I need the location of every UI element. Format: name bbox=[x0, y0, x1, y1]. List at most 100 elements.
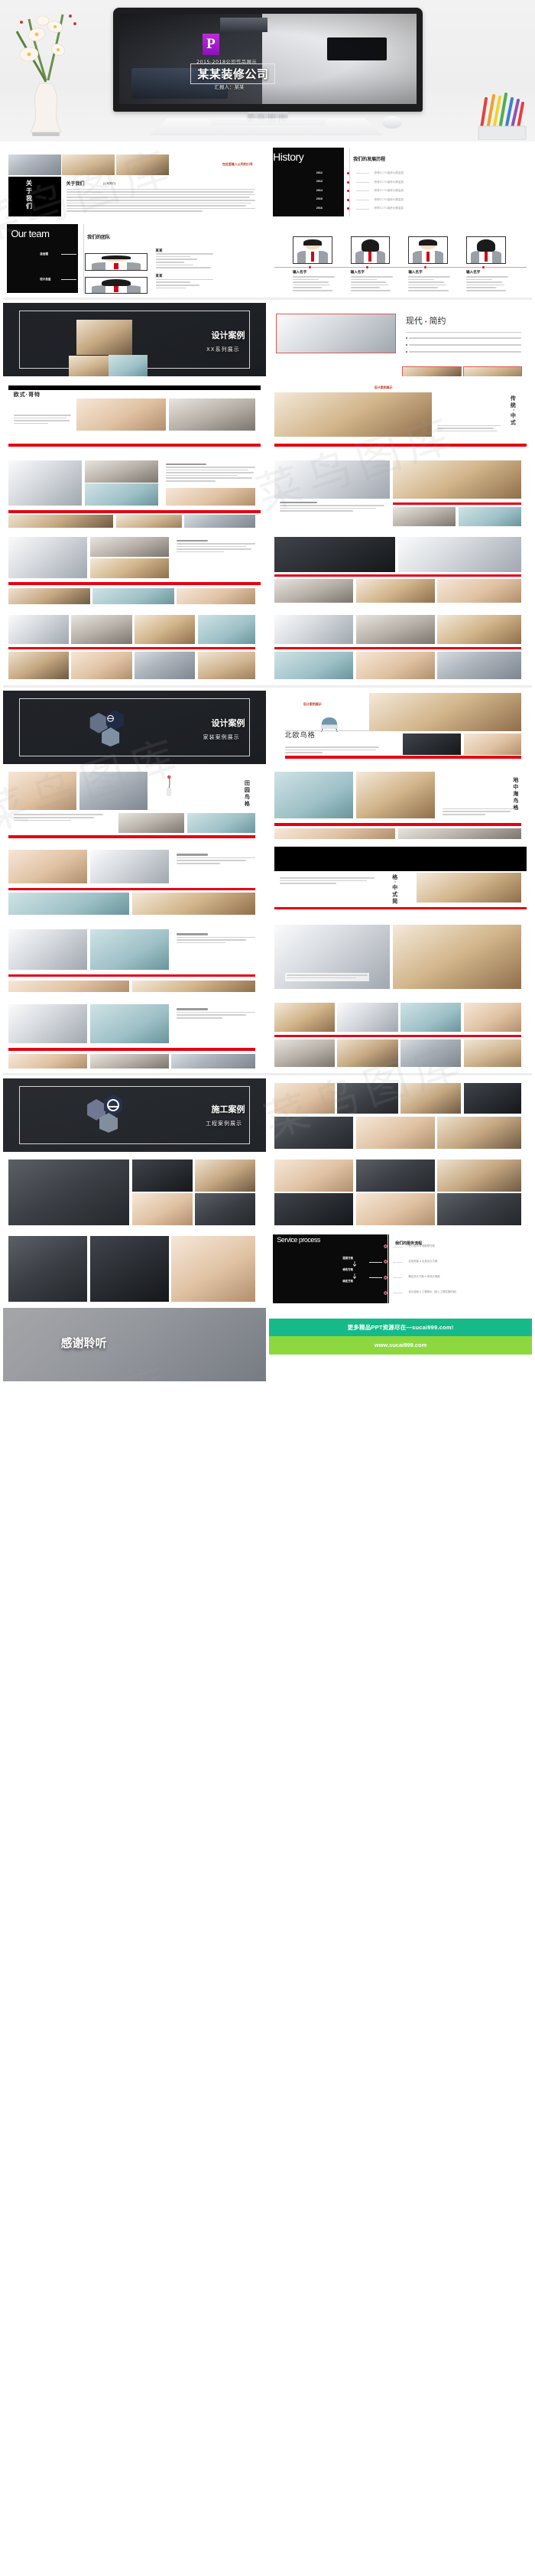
slide-home-case-cover[interactable]: 设计案例 家装案例展示 bbox=[3, 691, 266, 764]
slide-pastoral-style[interactable]: 田园鸟格 bbox=[3, 767, 266, 841]
slide-euro-gothic[interactable]: 欧式·哥特 bbox=[3, 379, 266, 453]
slide-mediterranean-style[interactable]: 地中海鸟格 bbox=[269, 767, 532, 841]
newchinese-body bbox=[279, 877, 374, 886]
slide-modern-minimal[interactable]: 现代 • 简约 bbox=[269, 303, 532, 376]
history-en-title: History bbox=[273, 150, 304, 163]
team-grid-lines bbox=[408, 276, 451, 293]
slide-thank-you[interactable]: 感谢聆听 bbox=[3, 1308, 266, 1381]
slide-newchinese-style[interactable]: 格·中式简 bbox=[269, 844, 532, 917]
slide-service-process[interactable]: Service process 我们的服务流程 提报方案 修改方案 确定方案 签… bbox=[269, 1231, 532, 1305]
pencil-cup-decoration bbox=[478, 93, 527, 140]
history-year: 2014 bbox=[316, 188, 323, 192]
hexagon-cluster-icon bbox=[86, 1094, 122, 1134]
case-body-i bbox=[284, 973, 369, 982]
slide-chinese-traditional[interactable]: 设计案例展示 传统·中式 bbox=[269, 379, 532, 453]
case-body-h bbox=[177, 933, 256, 945]
hexagon-cluster-icon bbox=[90, 709, 125, 746]
service-flow-step: 修改方案 bbox=[342, 1268, 353, 1271]
slide-case-gallery-i[interactable] bbox=[269, 920, 532, 994]
history-item-text: 获得CCTV装修大赛金奖 bbox=[374, 197, 404, 201]
service-item: 设计结案 & 工程报价（进入工程实施阶段） bbox=[408, 1290, 459, 1294]
about-heading-note: (公司简介) bbox=[102, 182, 116, 186]
about-vertical-title: 关于我们 bbox=[25, 180, 33, 211]
slide-case-gallery-g[interactable] bbox=[3, 844, 266, 917]
chinese-title: 传统·中式 bbox=[510, 395, 516, 427]
slide-team-grid[interactable]: 输入名字 输入名字 输入名字 输入名字 bbox=[269, 221, 532, 294]
about-slogan: 在这里输入公司的口号 bbox=[222, 162, 253, 167]
team-grid-lines bbox=[350, 276, 393, 293]
slide-case-gallery-h[interactable] bbox=[3, 920, 266, 994]
construction-cover-subtitle: 工程案例展示 bbox=[206, 1120, 243, 1127]
service-item: 签订合同 & 收取预付款 bbox=[408, 1244, 435, 1247]
team-grid-name: 输入名字 bbox=[408, 270, 423, 275]
modern-bullets bbox=[405, 337, 522, 353]
service-flow-step: 确定方案 bbox=[342, 1280, 353, 1283]
mediterranean-body bbox=[443, 808, 517, 817]
history-heading: 我们的发展历程 bbox=[353, 158, 386, 163]
history-year: 2015 bbox=[316, 197, 323, 201]
home-cover-title: 设计案例 bbox=[211, 717, 245, 728]
nordic-body bbox=[284, 746, 380, 755]
slide-case-gallery-a[interactable] bbox=[3, 456, 266, 529]
thanks-title: 感谢聆听 bbox=[60, 1335, 107, 1350]
slide-design-case-cover[interactable]: 设计案例 XX系列展示 bbox=[3, 303, 266, 376]
slide-history[interactable]: History 我们的发展历程 2012 获得CCTV装修大赛金奖 2013 获… bbox=[269, 145, 532, 218]
ppt-template-preview-page: P 2015-2018公司作品展示 某某装修公司 汇报人：某某 菜鸟图库 bbox=[0, 0, 535, 1381]
case-body-g bbox=[177, 854, 256, 865]
avatar bbox=[84, 253, 148, 272]
slide-case-gallery-f[interactable] bbox=[269, 609, 532, 682]
slide-case-gallery-d[interactable] bbox=[269, 532, 532, 606]
team-member-lines bbox=[155, 253, 214, 270]
case-body-a bbox=[166, 463, 256, 483]
slide-nordic-style[interactable]: 设计案例展示 北欧鸟格 bbox=[269, 691, 532, 764]
team-grid-name: 输入名字 bbox=[350, 270, 365, 275]
service-item: 确定设计方案 & 收设计尾款 bbox=[408, 1275, 440, 1279]
slide-construction-photos-c[interactable] bbox=[269, 1155, 532, 1228]
slide-construction-photos-a[interactable] bbox=[269, 1078, 532, 1152]
armchair-icon bbox=[321, 717, 339, 732]
monitor-bezel: P 2015-2018公司作品展示 某某装修公司 汇报人：某某 bbox=[113, 8, 423, 112]
slide-case-gallery-e[interactable] bbox=[3, 609, 266, 682]
slide-case-gallery-b[interactable] bbox=[269, 456, 532, 529]
slide-case-gallery-c[interactable] bbox=[3, 532, 266, 606]
case-cover-subtitle: XX系列展示 bbox=[206, 346, 240, 353]
history-year: 2016 bbox=[316, 206, 323, 210]
team-grid-lines bbox=[292, 276, 335, 293]
pastoral-title: 田园鸟格 bbox=[244, 780, 250, 808]
home-cover-subtitle: 家装案例展示 bbox=[203, 733, 240, 740]
history-item-text: 获得CCTV装修大赛金奖 bbox=[374, 189, 404, 193]
chinese-body bbox=[437, 424, 501, 434]
avatar bbox=[408, 236, 448, 264]
modern-title: 现代 • 简约 bbox=[405, 317, 446, 327]
arrow-down-icon bbox=[353, 1261, 357, 1267]
case-show-tag: 设计案例展示 bbox=[303, 702, 322, 707]
team-heading: 我们的团队 bbox=[87, 236, 111, 241]
slide-construction-cover[interactable]: 施工案例 工程案例展示 bbox=[3, 1078, 266, 1152]
monitor-mockup: P 2015-2018公司作品展示 某某装修公司 汇报人：某某 bbox=[113, 8, 423, 127]
slide-cover-screen: P 2015-2018公司作品展示 某某装修公司 汇报人：某某 bbox=[119, 14, 417, 104]
construction-cover-title: 施工案例 bbox=[211, 1104, 245, 1114]
footer-promo-panel: 更多精品PPT资源尽在—sucai999.com! www.sucai999.c… bbox=[269, 1308, 532, 1381]
team-role: 总经理 bbox=[40, 252, 48, 256]
powerpoint-badge-icon: P bbox=[202, 33, 219, 55]
slide-about-us[interactable]: 在这里输入公司的口号 关于我们 关于我们 (公司简介) bbox=[3, 145, 266, 218]
slide-our-team[interactable]: Our team 我们的团队 总经理 某某 设计总监 某某 bbox=[3, 221, 266, 294]
newchinese-title: 格·中式简 bbox=[391, 874, 397, 906]
slide-case-gallery-j[interactable] bbox=[3, 997, 266, 1070]
history-year: 2012 bbox=[316, 171, 323, 174]
slide-construction-photos-d[interactable] bbox=[3, 1231, 266, 1305]
history-year: 2013 bbox=[316, 180, 323, 184]
case-body-c bbox=[177, 539, 256, 555]
history-item-text: 获得CCTV装修大赛金奖 bbox=[374, 171, 404, 175]
vase-plant-icon bbox=[166, 775, 171, 796]
team-grid-lines bbox=[466, 276, 509, 293]
slide-case-gallery-k[interactable] bbox=[269, 997, 532, 1070]
history-item-text: 获得CCTV装修大赛金奖 bbox=[374, 207, 404, 210]
case-cover-title: 设计案例 bbox=[211, 330, 245, 340]
bullet-dot-icon: • bbox=[424, 320, 427, 326]
promo-line-2[interactable]: www.sucai999.com bbox=[269, 1336, 532, 1355]
case-body-b bbox=[279, 501, 385, 513]
case-body-j bbox=[177, 1008, 256, 1020]
team-role: 设计总监 bbox=[40, 277, 51, 281]
slide-construction-photos-b[interactable] bbox=[3, 1155, 266, 1228]
